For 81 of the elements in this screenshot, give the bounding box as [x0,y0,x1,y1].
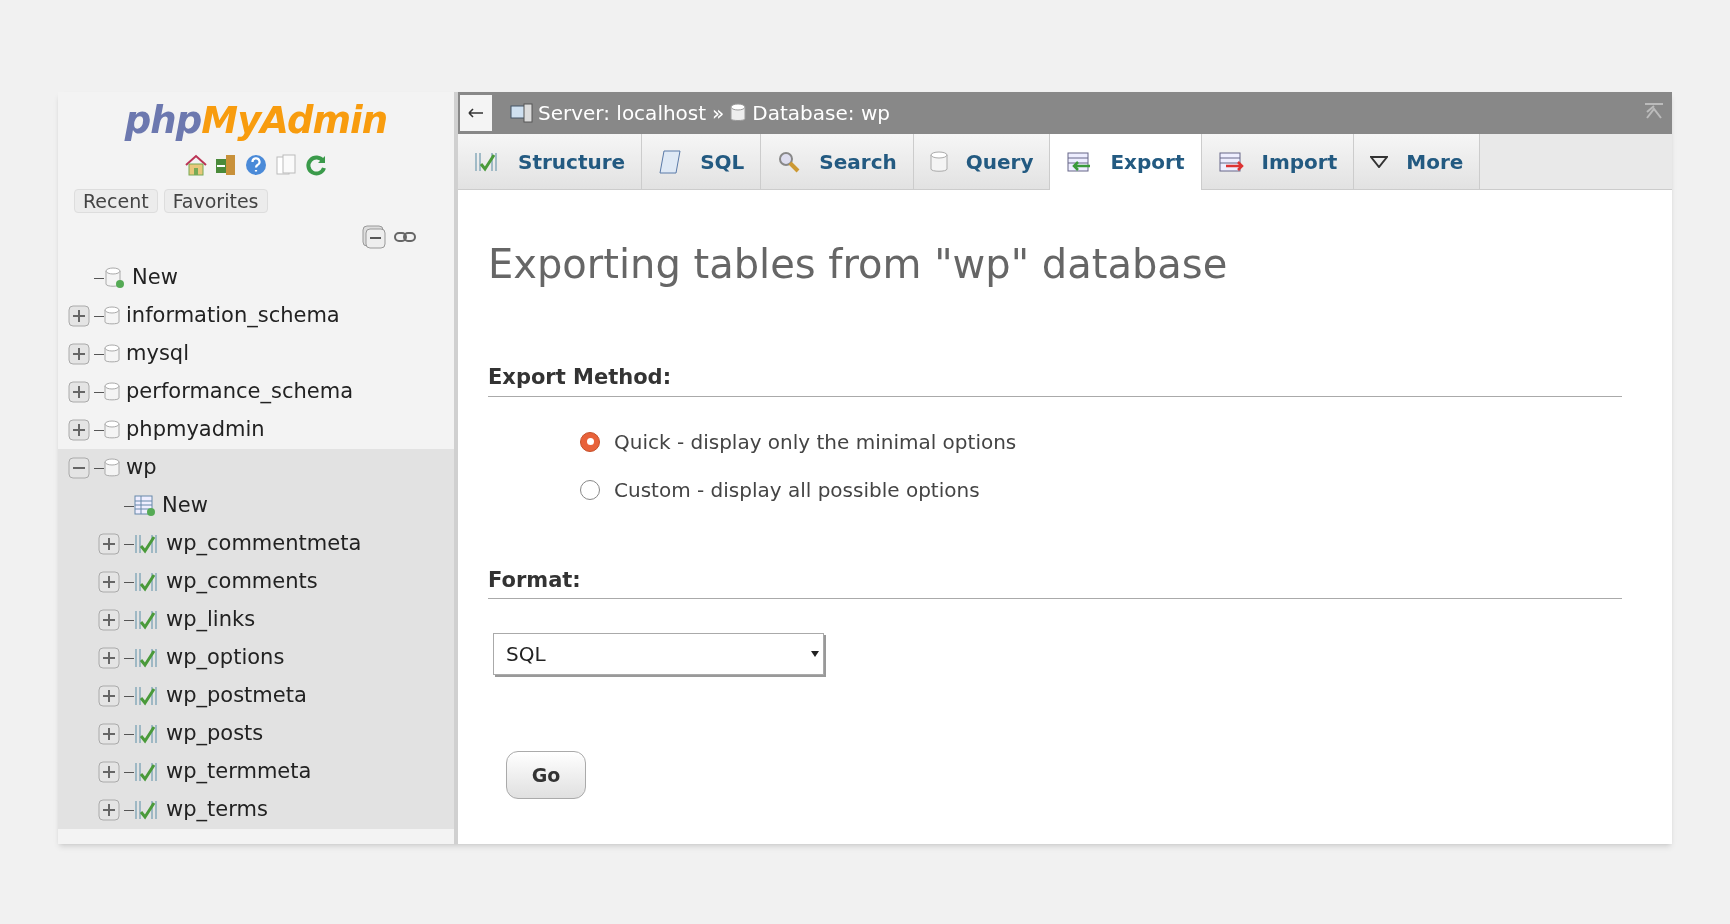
expand-icon[interactable] [98,609,120,631]
table-link[interactable]: wp_termmeta [166,756,312,788]
new-item-link[interactable]: New [162,490,208,522]
expand-icon[interactable] [98,533,120,555]
database-link[interactable]: performance_schema [126,376,354,408]
dropdown-triangle-icon [1370,155,1389,168]
database-link[interactable]: phpmyadmin [126,414,265,446]
import-icon [1217,150,1244,173]
table-link[interactable]: wp_commentmeta [166,528,362,560]
database-link[interactable]: information_schema [126,300,340,332]
reload-icon[interactable] [304,153,328,177]
database-icon [104,458,120,478]
expand-icon[interactable] [68,305,90,327]
table-link[interactable]: wp_links [166,604,256,636]
radio-label[interactable]: Custom - display all possible options [614,474,980,505]
breadcrumb-separator: » [712,100,725,127]
expand-icon[interactable] [68,343,90,365]
table-link[interactable]: wp_postmeta [166,680,307,712]
radio-button[interactable] [580,431,600,452]
table-icon [134,609,160,631]
radio-button[interactable] [580,479,600,500]
table-icon [134,571,160,593]
server-icon [510,103,534,123]
back-button[interactable] [460,95,492,131]
nav-tab[interactable]: Query [913,134,1051,190]
table-icon [134,533,160,555]
database-icon [104,420,120,440]
table-link[interactable]: wp_terms [166,794,268,826]
export-icon [1066,151,1093,173]
expand-icon[interactable] [98,723,120,745]
nav-tab[interactable]: Export [1050,134,1202,190]
expand-icon[interactable] [98,685,120,707]
nav-tab[interactable]: More [1354,134,1481,190]
expand-icon[interactable] [98,647,120,669]
nav-tab[interactable]: Import [1201,134,1355,190]
scroll-icon [658,148,683,175]
database-icon [929,150,948,173]
expand-icon[interactable] [98,761,120,783]
help-icon[interactable] [244,153,268,177]
radio-label[interactable]: Quick - display only the minimal options [614,426,1017,457]
breadcrumb-link[interactable]: Server: localhost [538,98,707,128]
table-icon [134,723,160,745]
left-arrow-icon [468,108,484,118]
collapse-all-icon[interactable] [362,225,386,249]
go-button[interactable]: Go [506,751,586,799]
nav-tab[interactable]: SQL [642,134,762,190]
expand-icon[interactable] [98,799,120,821]
new-database-icon [104,267,126,289]
table-icon [134,799,160,821]
table-icon [134,761,160,783]
table-icon [134,647,160,669]
section-heading: Export Method: [488,364,673,391]
nav-tab[interactable]: Favorites [163,189,268,213]
logo[interactable]: phpMyAdmin [124,102,388,139]
table-link[interactable]: wp_posts [166,718,264,750]
expand-icon[interactable] [68,419,90,441]
format-select[interactable]: SQL [493,633,824,675]
home-icon[interactable] [184,153,208,177]
search-icon [777,149,802,174]
new-item-link[interactable]: New [132,262,178,294]
dropdown-caret-icon [811,651,819,657]
exit-door-icon[interactable] [214,153,238,177]
database-link[interactable]: wp [126,452,157,484]
nav-tab[interactable]: Search [761,134,914,190]
nav-tab[interactable]: Recent [74,189,158,213]
new-table-icon [134,495,156,517]
database-icon [104,306,120,326]
table-icon [134,685,160,707]
collapse-icon[interactable] [68,457,90,479]
nav-tab[interactable]: Structure [458,134,643,190]
table-link[interactable]: wp_comments [166,566,318,598]
database-icon [730,103,747,123]
breadcrumb-link[interactable]: Database: wp [752,98,890,128]
expand-icon[interactable] [98,571,120,593]
database-icon [104,344,120,364]
section-heading: Format: [488,566,582,594]
table-link[interactable]: wp_options [166,642,285,674]
table-icon [474,150,500,173]
database-link[interactable]: mysql [126,338,189,370]
expand-icon[interactable] [68,381,90,403]
database-icon [104,382,120,402]
